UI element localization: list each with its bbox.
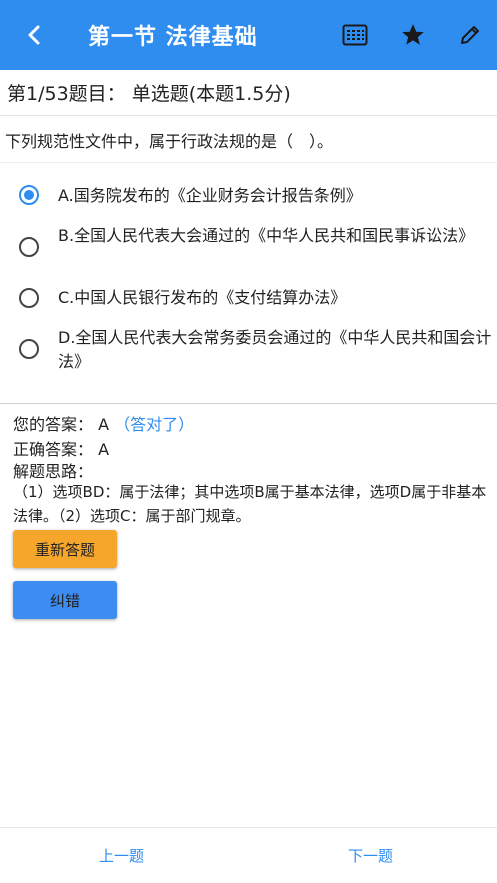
report-error-button[interactable]: 纠错 [13,581,117,619]
bottom-nav: 上一题 下一题 [0,827,497,883]
option-a[interactable]: A.国务院发布的《企业财务会计报告条例》 [0,180,497,212]
correct-answer-value: A [98,440,110,459]
retry-button[interactable]: 重新答题 [13,530,117,568]
app-bar: 第一节 法律基础 [0,0,497,70]
option-b-text: B.全国人民代表大会通过的《中华人民共和国民事诉讼法》 [58,226,475,245]
edit-note-button[interactable] [455,20,485,50]
back-button[interactable] [18,18,52,52]
question-stem: 下列规范性文件中，属于行政法规的是（ ）。 [0,117,497,163]
your-answer-row: 您的答案： A （答对了） [13,411,194,435]
answer-sheet-button[interactable] [340,20,370,50]
page-title: 第一节 法律基础 [88,25,258,50]
explanation-label: 解题思路： [13,462,94,481]
radio-option-c[interactable] [19,288,39,308]
pencil-icon [461,26,479,44]
correct-answer-row: 正确答案： A [13,436,109,460]
star-icon [402,24,424,45]
answer-result: （答对了） [114,415,195,434]
option-d[interactable]: D.全国人民代表大会常务委员会通过的《中华人民共和国会计法》 [0,325,497,375]
radio-option-a-selected[interactable] [19,185,39,205]
option-b[interactable]: B.全国人民代表大会通过的《中华人民共和国民事诉讼法》 [0,224,497,274]
option-c-text: C.中国人民银行发布的《支付结算办法》 [58,288,347,307]
next-question-button[interactable]: 下一题 [348,845,393,866]
radio-option-d[interactable] [19,339,39,359]
question-heading: 第1/53题目： 单选题(本题1.5分) [0,70,497,116]
radio-option-b[interactable] [19,237,39,257]
answer-sheet-icon [342,24,368,46]
option-d-text: D.全国人民代表大会常务委员会通过的《中华人民共和国会计法》 [58,328,492,371]
section-divider [0,403,497,404]
correct-answer-label: 正确答案： [13,440,94,459]
your-answer-value: A [98,415,110,434]
option-c[interactable]: C.中国人民银行发布的《支付结算办法》 [0,284,497,316]
back-icon [28,25,40,45]
explanation-text: （1）选项BD：属于法律；其中选项B属于基本法律，选项D属于非基本法律。（2）选… [13,483,487,525]
prev-question-button[interactable]: 上一题 [99,845,144,866]
favorite-button[interactable] [398,20,428,50]
option-a-text: A.国务院发布的《企业财务会计报告条例》 [58,186,362,205]
your-answer-label: 您的答案： [13,415,94,434]
